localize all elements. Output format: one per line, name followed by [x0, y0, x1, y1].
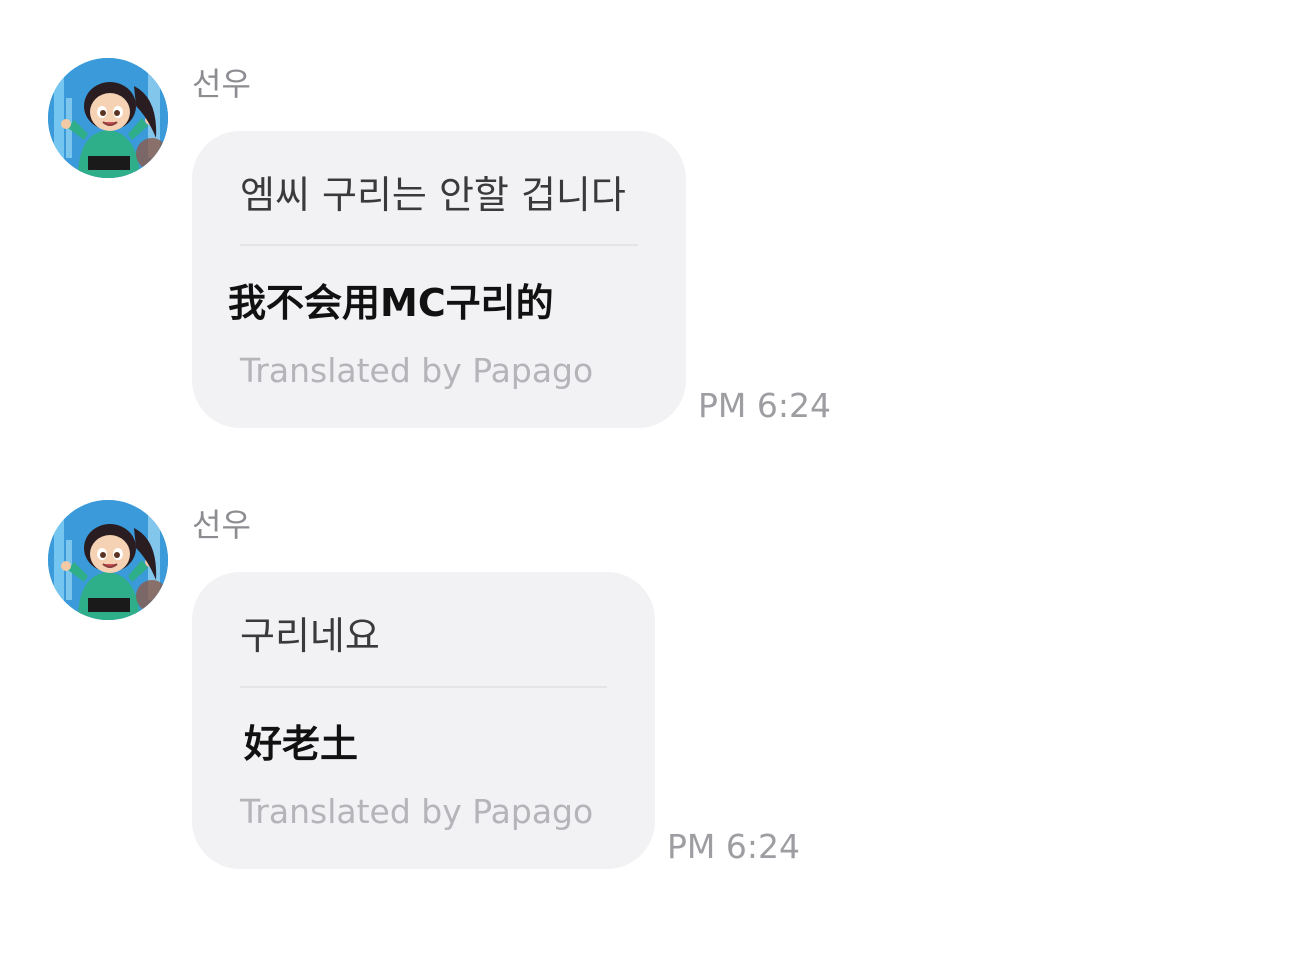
timestamp: PM 6:24 [667, 827, 800, 866]
message-row: 선우 구리네요 好老土 Translated by Papago PM 6:24 [0, 0, 1290, 880]
message-bubble[interactable]: 구리네요 好老土 Translated by Papago [192, 572, 655, 869]
profile-avatar-icon [48, 500, 168, 620]
translated-text: 好老土 [244, 722, 359, 766]
translation-credit: Translated by Papago [240, 792, 594, 831]
original-text: 구리네요 [240, 614, 380, 658]
avatar[interactable] [48, 500, 168, 620]
sender-name: 선우 [192, 506, 251, 544]
translation-divider [240, 686, 607, 688]
